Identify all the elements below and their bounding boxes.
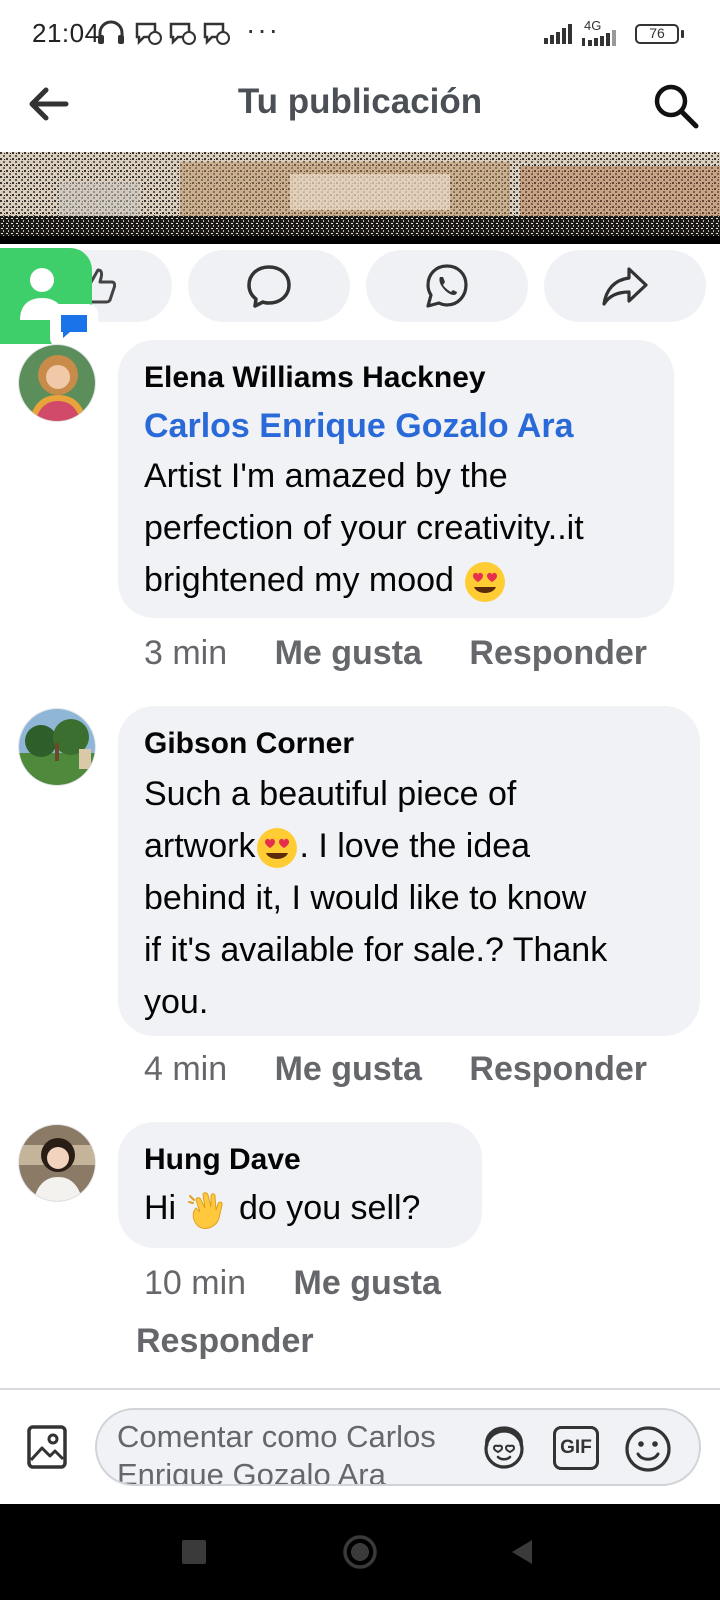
comment-author[interactable]: Gibson Corner: [144, 726, 674, 762]
comment-author[interactable]: Hung Dave: [144, 1142, 456, 1178]
headphones-icon: [98, 20, 124, 44]
avatar-elena[interactable]: [18, 344, 96, 422]
like-button[interactable]: Me gusta: [294, 1264, 441, 1302]
share-action-button[interactable]: [544, 250, 706, 322]
status-bar: 21:04 ··· 4G 76: [0, 0, 720, 64]
comment-composer-bar: Comentar como Carlos Enrique Gozalo Ara …: [0, 1388, 720, 1504]
comment-line: perfection of your creativity..it: [144, 509, 584, 547]
comment-meta-gibson: 4 min Me gusta Responder: [144, 1050, 647, 1089]
chat-message-icon: [61, 315, 87, 338]
like-button[interactable]: Me gusta: [275, 634, 422, 672]
emoji-icon[interactable]: [623, 1424, 673, 1474]
signal-icon-2: [582, 30, 616, 46]
comment-line: . I love the idea: [299, 827, 531, 865]
comment-line-with-emoji: Hi do you sell?: [144, 1182, 456, 1234]
comment-text-start: Hi: [144, 1189, 177, 1227]
comment-line: you.: [144, 983, 209, 1021]
avatar-sticker-icon[interactable]: [479, 1424, 529, 1472]
more-notifications-icon: ···: [246, 14, 280, 45]
top-bar: Tu publicación: [0, 64, 720, 150]
comment-bubble-icon: [247, 265, 291, 308]
reply-button[interactable]: Responder: [469, 634, 647, 672]
comment-line-with-emoji: brightened my mood: [144, 554, 648, 606]
page-title: Tu publicación: [237, 82, 483, 121]
comment-line: Artist I'm amazed by the: [144, 457, 508, 495]
search-icon[interactable]: [652, 82, 700, 130]
comment-action-button[interactable]: [188, 250, 350, 322]
comment-line: behind it, I would like to know: [144, 879, 587, 917]
comment-author[interactable]: Elena Williams Hackney: [144, 360, 648, 396]
mention-link[interactable]: Carlos Enrique Gozalo Ara: [144, 402, 648, 450]
comment-meta-hung-reply: Responder: [136, 1322, 352, 1366]
message-badge: [50, 304, 98, 348]
post-image[interactable]: [0, 152, 720, 244]
comment-line-with-emoji: artwork . I love the idea: [144, 820, 674, 872]
comment-time: 10 min: [144, 1264, 247, 1302]
heart-eyes-emoji-icon: [257, 828, 298, 869]
avatar-hung[interactable]: [18, 1124, 96, 1202]
recent-apps-button[interactable]: [182, 1540, 206, 1564]
comment-input[interactable]: Comentar como Carlos Enrique Gozalo Ara …: [95, 1408, 701, 1486]
system-navigation-bar: [0, 1504, 720, 1600]
messenger-notification-icon: [135, 22, 162, 46]
home-button[interactable]: [342, 1534, 378, 1570]
comment-bubble-elena[interactable]: Elena Williams Hackney Carlos Enrique Go…: [118, 340, 674, 618]
image-icon[interactable]: [26, 1424, 68, 1470]
reply-button[interactable]: Responder: [136, 1322, 314, 1360]
comment-line: artwork: [144, 827, 256, 865]
messenger-notification-icon-3: [203, 22, 230, 46]
comment-text-end: do you sell?: [239, 1189, 421, 1227]
comment-line: brightened my mood: [144, 561, 454, 599]
status-time: 21:04: [32, 18, 100, 48]
reply-button[interactable]: Responder: [469, 1050, 647, 1088]
comment-time: 3 min: [144, 634, 228, 672]
gif-icon[interactable]: GIF: [553, 1426, 599, 1470]
comment-line: if it's available for sale.? Thank: [144, 931, 608, 969]
signal-icon: [544, 24, 572, 44]
battery-indicator: 76: [635, 24, 684, 44]
comment-meta-hung: 10 min Me gusta: [144, 1264, 479, 1303]
comment-input-placeholder: Comentar como Carlos Enrique Gozalo Ara: [117, 1419, 436, 1486]
like-button[interactable]: Me gusta: [275, 1050, 422, 1088]
whatsapp-icon: [426, 264, 468, 308]
share-arrow-icon: [602, 267, 648, 306]
messenger-notification-icon-2: [169, 22, 196, 46]
waving-hand-emoji-icon: [187, 1192, 223, 1229]
avatar-gibson[interactable]: [18, 708, 96, 786]
comment-bubble-hung[interactable]: Hung Dave Hi do you sell?: [118, 1122, 482, 1248]
back-button[interactable]: [508, 1538, 536, 1566]
floating-contacts-bubble[interactable]: [0, 248, 98, 348]
comment-line: Such a beautiful piece of: [144, 775, 517, 813]
comment-bubble-gibson[interactable]: Gibson Corner Such a beautiful piece of …: [118, 706, 700, 1036]
whatsapp-share-button[interactable]: [366, 250, 528, 322]
comment-meta-elena: 3 min Me gusta Responder: [144, 634, 647, 673]
comment-time: 4 min: [144, 1050, 228, 1088]
heart-eyes-emoji-icon: [465, 562, 506, 603]
